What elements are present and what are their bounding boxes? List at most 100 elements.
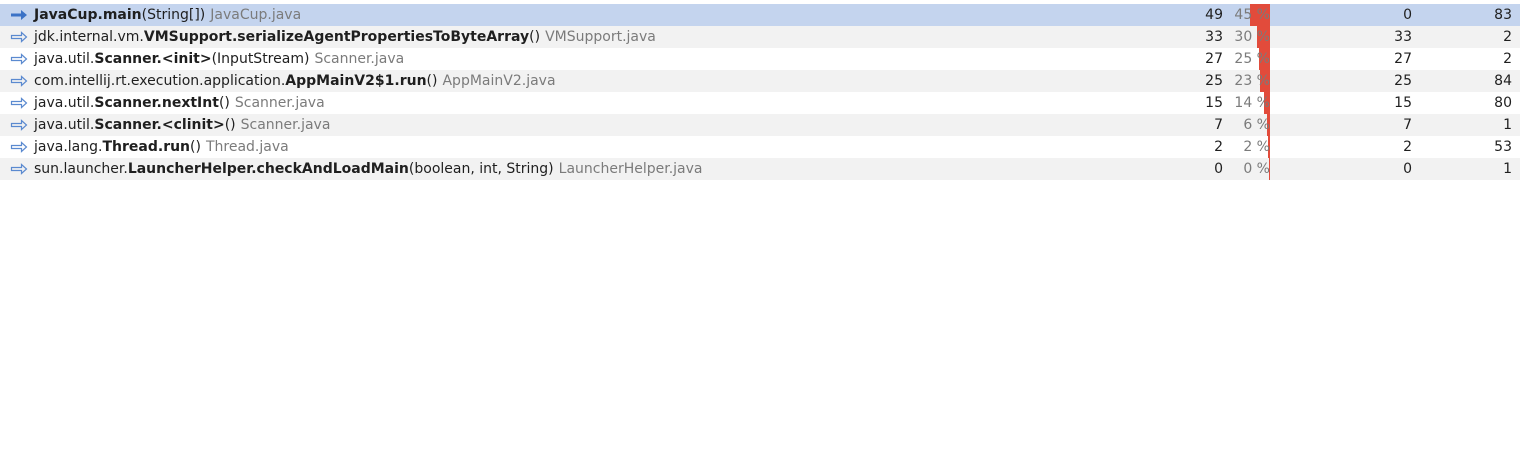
percent-value: 14 % — [1234, 95, 1270, 111]
method-name: run — [399, 73, 427, 89]
method-name: main — [102, 7, 142, 23]
percent-value: 0 % — [1243, 161, 1270, 177]
file-name: Scanner.java — [240, 117, 331, 133]
self-time: 33 — [1205, 29, 1223, 45]
package-name: java.util. — [34, 95, 95, 111]
self-time: 7 — [1214, 117, 1223, 133]
package-name: java.util. — [34, 117, 95, 133]
percent-cell: 45 % — [1226, 4, 1270, 26]
self-time: 27 — [1205, 51, 1223, 67]
call-count: 1 — [1503, 117, 1512, 133]
percent-cell: 2 % — [1226, 136, 1270, 158]
table-row[interactable]: java.util.Scanner.nextInt() Scanner.java 1… — [0, 92, 1520, 114]
file-name: Scanner.java — [314, 51, 405, 67]
method-args: () — [529, 29, 541, 45]
file-name: VMSupport.java — [545, 29, 656, 45]
call-tree-table: JavaCup.main(String[]) JavaCup.java 49 45 %… — [0, 4, 1520, 180]
file-name: LauncherHelper.java — [558, 161, 703, 177]
class-name: JavaCup — [34, 7, 98, 23]
percent-value: 25 % — [1234, 51, 1270, 67]
self-time: 25 — [1205, 73, 1223, 89]
method-name: <clinit> — [161, 117, 225, 133]
self-time: 0 — [1214, 161, 1223, 177]
self-time: 2 — [1214, 139, 1223, 155]
class-name: VMSupport — [143, 29, 232, 45]
table-row[interactable]: sun.launcher.LauncherHelper.checkAndLoad… — [0, 158, 1520, 180]
percent-value: 23 % — [1234, 73, 1270, 89]
arrow-right-icon — [10, 4, 28, 21]
class-name: LauncherHelper — [127, 161, 252, 177]
table-row[interactable]: java.util.Scanner.<clinit>() Scanner.java… — [0, 114, 1520, 136]
class-name: Scanner — [94, 51, 157, 67]
percent-cell: 30 % — [1226, 26, 1270, 48]
method-args: () — [190, 139, 201, 155]
total-time: 15 — [1394, 95, 1412, 111]
method-cell: java.util.Scanner.<clinit>() Scanner.java — [10, 114, 330, 136]
self-time: 15 — [1205, 95, 1223, 111]
method-cell: com.intellij.rt.execution.application.Ap… — [10, 70, 556, 92]
arrow-right-icon — [10, 158, 28, 175]
package-name: java.lang. — [34, 139, 103, 155]
table-row[interactable]: JavaCup.main(String[]) JavaCup.java 49 45 %… — [0, 4, 1520, 26]
arrow-right-icon — [10, 26, 28, 43]
percent-cell: 25 % — [1226, 48, 1270, 70]
percent-cell: 6 % — [1226, 114, 1270, 136]
package-name: jdk.internal.vm. — [34, 29, 144, 45]
method-name: run — [163, 139, 191, 155]
table-row[interactable]: com.intellij.rt.execution.application.Ap… — [0, 70, 1520, 92]
total-time: 33 — [1394, 29, 1412, 45]
method-args: () — [426, 73, 438, 89]
arrow-right-icon — [10, 92, 28, 109]
arrow-right-icon — [10, 136, 28, 153]
method-cell: jdk.internal.vm.VMSupport.serializeAgent… — [10, 26, 656, 48]
call-count: 80 — [1494, 95, 1512, 111]
class-name: Thread — [102, 139, 158, 155]
total-time: 2 — [1403, 139, 1412, 155]
method-args: (InputStream) — [211, 51, 310, 67]
percent-value: 2 % — [1243, 139, 1270, 155]
percent-cell: 14 % — [1226, 92, 1270, 114]
call-count: 2 — [1503, 29, 1512, 45]
arrow-right-icon — [10, 70, 28, 87]
class-name: AppMainV2$1 — [285, 73, 395, 89]
file-name: AppMainV2.java — [442, 73, 556, 89]
total-time: 27 — [1394, 51, 1412, 67]
method-name: <init> — [161, 51, 212, 67]
table-row[interactable]: java.util.Scanner.<init>(InputStream) Sca… — [0, 48, 1520, 70]
total-time: 25 — [1394, 73, 1412, 89]
method-args: (String[]) — [141, 7, 206, 23]
total-time: 0 — [1403, 161, 1412, 177]
method-args: () — [218, 95, 230, 111]
method-cell: java.util.Scanner.nextInt() Scanner.java — [10, 92, 325, 114]
file-name: Scanner.java — [234, 95, 325, 111]
percent-value: 6 % — [1243, 117, 1270, 133]
percent-value: 30 % — [1234, 29, 1270, 45]
arrow-right-icon — [10, 48, 28, 65]
method-name: checkAndLoadMain — [256, 161, 409, 177]
call-count: 53 — [1494, 139, 1512, 155]
method-args: () — [224, 117, 236, 133]
percent-cell: 0 % — [1226, 158, 1270, 180]
total-time: 0 — [1403, 7, 1412, 23]
class-name: Scanner — [94, 95, 157, 111]
total-time: 7 — [1403, 117, 1412, 133]
method-cell: java.util.Scanner.<init>(InputStream) Sca… — [10, 48, 404, 70]
file-name: Thread.java — [205, 139, 289, 155]
method-name: serializeAgentPropertiesToByteArray — [237, 29, 530, 45]
arrow-right-icon — [10, 114, 28, 131]
package-name: java.util. — [34, 51, 95, 67]
table-row[interactable]: jdk.internal.vm.VMSupport.serializeAgent… — [0, 26, 1520, 48]
call-count: 84 — [1494, 73, 1512, 89]
class-name: Scanner — [94, 117, 157, 133]
call-count: 1 — [1503, 161, 1512, 177]
table-row[interactable]: java.lang.Thread.run() Thread.java 2 2 % 2 53 — [0, 136, 1520, 158]
method-name: nextInt — [161, 95, 219, 111]
file-name: JavaCup.java — [210, 7, 302, 23]
percent-value: 45 % — [1234, 7, 1270, 23]
self-time: 49 — [1205, 7, 1223, 23]
package-name: sun.launcher. — [34, 161, 128, 177]
method-cell: java.lang.Thread.run() Thread.java — [10, 136, 289, 158]
package-name: com.intellij.rt.execution.application. — [34, 73, 286, 89]
method-args: (boolean, int, String) — [408, 161, 554, 177]
method-cell: JavaCup.main(String[]) JavaCup.java — [10, 4, 301, 26]
